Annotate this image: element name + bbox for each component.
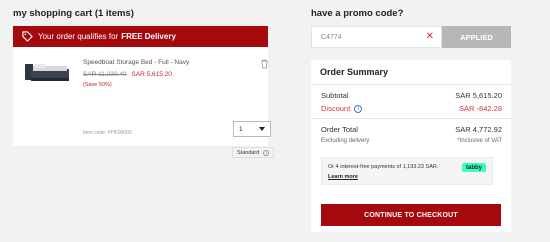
subtotal-value: SAR 5,615.20 xyxy=(455,91,502,100)
order-total-value: SAR 4,772.92 xyxy=(455,125,502,134)
quantity-select[interactable]: 1 xyxy=(233,121,271,137)
quantity-value: 1 xyxy=(239,125,243,133)
item-code: Item code: PHF00003 xyxy=(83,130,132,136)
discount-value: SAR -842.28 xyxy=(459,104,502,113)
shipping-badge-label: Standard xyxy=(237,149,260,156)
promo-code-input[interactable]: C4774 ✕ xyxy=(311,26,442,48)
chevron-down-icon xyxy=(259,127,265,131)
clear-icon[interactable]: ✕ xyxy=(426,32,434,42)
subtotal-row: Subtotal SAR 5,615.20 xyxy=(321,91,502,100)
tabby-logo: tabby xyxy=(461,163,486,172)
info-icon[interactable]: i xyxy=(263,149,270,156)
original-price: SAR 11,230.40 xyxy=(83,71,127,78)
promo-title: have a promo code? xyxy=(311,8,404,19)
delivery-banner-highlight: FREE Delivery xyxy=(121,32,176,41)
delivery-banner-text: Your order qualifies for xyxy=(38,32,119,41)
inclusive-vat-label: *Inclusive of VAT xyxy=(457,138,502,144)
divider xyxy=(311,118,511,119)
free-delivery-banner: Your order qualifies for FREE Delivery xyxy=(13,26,268,47)
promo-code-value: C4774 xyxy=(321,33,342,41)
cart-card: Your order qualifies for FREE Delivery S… xyxy=(13,26,275,158)
order-total-label: Order Total xyxy=(321,125,358,134)
learn-more-link[interactable]: Learn more xyxy=(328,174,358,180)
excluding-delivery-label: Excluding delivery xyxy=(321,138,370,144)
shipping-badge: Standard i xyxy=(232,147,275,158)
order-summary-card: Order Summary Subtotal SAR 5,615.20 Disc… xyxy=(311,60,511,232)
cart-title: my shopping cart (1 items) xyxy=(13,8,134,19)
continue-to-checkout-button[interactable]: CONTINUE TO CHECKOUT xyxy=(321,204,501,226)
discount-label-group: Discount i xyxy=(321,104,363,113)
vat-row: Excluding delivery *Inclusive of VAT xyxy=(321,138,502,144)
order-summary-heading: Order Summary xyxy=(320,67,389,77)
divider xyxy=(311,84,511,85)
discount-label: Discount xyxy=(321,104,351,113)
tabby-installments-box: Or 4 interest-free payments of 1,193.23 … xyxy=(321,157,493,185)
tabby-text: Or 4 interest-free payments of 1,193.23 … xyxy=(328,164,439,170)
info-icon[interactable]: i xyxy=(354,104,363,113)
product-name[interactable]: Speedboat Storage Bed - Full - Navy xyxy=(83,59,189,66)
savings-note: (Save 50%) xyxy=(83,82,112,88)
price-line: SAR 11,230.40 SAR 5,615.20 xyxy=(83,71,172,78)
subtotal-label: Subtotal xyxy=(321,91,349,100)
applied-button[interactable]: APPLIED xyxy=(442,26,511,48)
discount-row: Discount i SAR -842.28 xyxy=(321,104,502,113)
order-total-row: Order Total SAR 4,772.92 xyxy=(321,125,502,134)
trash-icon[interactable] xyxy=(260,56,269,69)
sale-price: SAR 5,615.20 xyxy=(131,71,172,78)
product-image[interactable] xyxy=(23,58,71,84)
tag-icon xyxy=(22,31,33,42)
